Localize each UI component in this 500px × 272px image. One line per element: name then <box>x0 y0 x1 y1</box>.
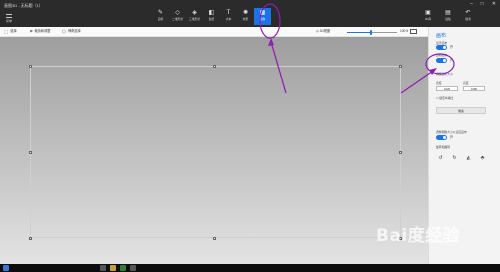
taskbar-app-icon[interactable] <box>120 265 126 271</box>
close-icon[interactable]: ✕ <box>492 1 496 7</box>
top-toolbar: 画图3D - 无标题（1） 菜单 ✎ 画笔 ◇ 二维形状 ◈ 三维形状 ◧ 贴纸… <box>0 0 500 27</box>
tool-label: 画笔 <box>157 17 164 21</box>
resize-handle[interactable] <box>399 65 402 68</box>
main-tools: ✎ 画笔 ◇ 二维形状 ◈ 三维形状 ◧ 贴纸 T 文本 ✺ 效果 ▦ 画布 <box>152 8 271 25</box>
tool-brush[interactable]: ✎ 画笔 <box>152 8 169 25</box>
width-label: 宽度 <box>436 81 442 85</box>
view-3d-button[interactable]: ◎ 3D视图 <box>316 29 330 34</box>
minimize-icon[interactable]: – <box>470 1 473 7</box>
zoom-slider-thumb[interactable] <box>370 30 372 35</box>
view-3d-label: 3D视图 <box>319 29 331 33</box>
undo-button[interactable]: ↶ 撤消 <box>458 10 478 21</box>
tool-stickers[interactable]: ◧ 贴纸 <box>203 8 220 25</box>
select-icon: ⬚ <box>4 29 9 34</box>
start-icon[interactable] <box>3 265 9 271</box>
tool-label: 贴纸 <box>208 17 215 21</box>
fit-to-window-icon[interactable] <box>410 29 417 34</box>
taskbar-app-icon[interactable] <box>130 265 136 271</box>
transparent-canvas-state: 开 <box>450 58 454 62</box>
select-label: 选择 <box>10 29 17 33</box>
tool-label: 二维形状 <box>171 17 184 21</box>
tool-label: 画布 <box>259 17 266 21</box>
window-controls: – □ ✕ <box>470 1 496 7</box>
canvas-area[interactable] <box>0 37 428 264</box>
height-input[interactable]: 1080 <box>463 86 485 91</box>
tool-label: 撤消 <box>465 17 471 21</box>
flip-vertical-icon[interactable]: ⬘ <box>479 155 486 162</box>
shape-3d-icon: ◈ <box>192 10 197 16</box>
rotate-flip-buttons: ↺ ↻ ◭ ⬘ <box>437 155 486 162</box>
menu-button[interactable]: 菜单 <box>4 12 14 24</box>
app-title: 画图3D - 无标题（1） <box>4 3 43 8</box>
resize-handle[interactable] <box>29 65 32 68</box>
transparent-canvas-label: 透明画布 <box>436 53 448 57</box>
menu-icon <box>6 14 12 18</box>
resize-image-state: 开 <box>450 135 454 139</box>
tool-label: 三维形状 <box>188 17 201 21</box>
menu-label: 菜单 <box>5 19 12 23</box>
shape-2d-icon: ◇ <box>175 10 180 16</box>
resize-handle[interactable] <box>29 237 32 240</box>
rotate-left-icon[interactable]: ↺ <box>437 155 444 162</box>
resize-image-toggle[interactable] <box>436 135 447 140</box>
watermark-url: jingyan.baidu.com <box>425 240 454 244</box>
select-button[interactable]: ⬚ 选择 <box>4 29 17 34</box>
resize-image-label: 调整图像大小以适应画布 <box>436 130 467 134</box>
paste-button[interactable]: ▤ 粘贴 <box>438 10 458 21</box>
unit-select[interactable]: 像素 <box>436 107 486 114</box>
rotate-flip-label: 旋转和翻转 <box>436 145 450 149</box>
tool-canvas[interactable]: ▦ 画布 <box>254 8 271 25</box>
crop-label: 裁剪和调整 <box>34 29 51 33</box>
lock-aspect-label: 锁定纵横比 <box>439 96 454 100</box>
canvas-artboard[interactable] <box>30 66 401 238</box>
crop-icon: ⌗ <box>30 29 33 34</box>
crop-button[interactable]: ⌗ 裁剪和调整 <box>30 29 50 34</box>
resize-handle[interactable] <box>399 151 402 154</box>
magic-select-label: 神奇选择 <box>67 29 81 33</box>
undo-icon: ↶ <box>465 10 471 16</box>
lock-aspect-checkbox[interactable]: ☐ 锁定纵横比 <box>436 96 453 100</box>
transparent-canvas-toggle[interactable] <box>436 58 447 63</box>
brush-icon: ✎ <box>157 10 164 16</box>
panel-title: 画布 <box>436 33 447 39</box>
magic-select-button[interactable]: ⬡ 神奇选择 <box>62 29 81 34</box>
tool-text[interactable]: T 文本 <box>220 8 237 25</box>
show-canvas-toggle[interactable] <box>436 45 447 50</box>
right-tools: ▣ 3D库 ▤ 粘贴 ↶ 撤消 <box>418 10 478 21</box>
library-3d-button[interactable]: ▣ 3D库 <box>418 10 438 21</box>
magic-select-icon: ⬡ <box>62 29 66 34</box>
resize-handle[interactable] <box>213 65 216 68</box>
tool-label: 3D库 <box>424 17 432 21</box>
canvas-icon: ▦ <box>259 10 266 16</box>
paste-icon: ▤ <box>445 10 451 16</box>
zoom-value: 100% <box>400 29 409 33</box>
library-3d-icon: ▣ <box>425 10 431 16</box>
zoom-slider-fill <box>347 32 371 33</box>
height-label: 高度 <box>463 81 469 85</box>
tool-label: 文本 <box>225 17 232 21</box>
taskbar-app-icon[interactable] <box>100 265 106 271</box>
taskbar <box>0 264 500 272</box>
taskbar-app-icon[interactable] <box>110 265 116 271</box>
maximize-icon[interactable]: □ <box>481 1 484 7</box>
effects-icon: ✺ <box>242 10 249 16</box>
tool-label: 效果 <box>242 17 249 21</box>
sticker-icon: ◧ <box>208 10 215 16</box>
resize-handle[interactable] <box>213 237 216 240</box>
tool-3d-shapes[interactable]: ◈ 三维形状 <box>186 8 203 25</box>
zoom-slider[interactable] <box>347 30 397 35</box>
rotate-right-icon[interactable]: ↻ <box>451 155 458 162</box>
show-canvas-state: 开 <box>450 45 454 49</box>
text-icon: T <box>226 10 231 16</box>
resize-canvas-label: 调整画布大小 <box>436 72 453 76</box>
resize-handle[interactable] <box>29 151 32 154</box>
flip-horizontal-icon[interactable]: ◭ <box>465 155 472 162</box>
tool-label: 粘贴 <box>445 17 451 21</box>
tool-effects[interactable]: ✺ 效果 <box>237 8 254 25</box>
width-input[interactable]: 1920 <box>436 86 458 91</box>
tool-2d-shapes[interactable]: ◇ 二维形状 <box>169 8 186 25</box>
secondary-toolbar: ⬚ 选择 ⌗ 裁剪和调整 ⬡ 神奇选择 ◎ 3D视图 100% <box>0 27 428 37</box>
